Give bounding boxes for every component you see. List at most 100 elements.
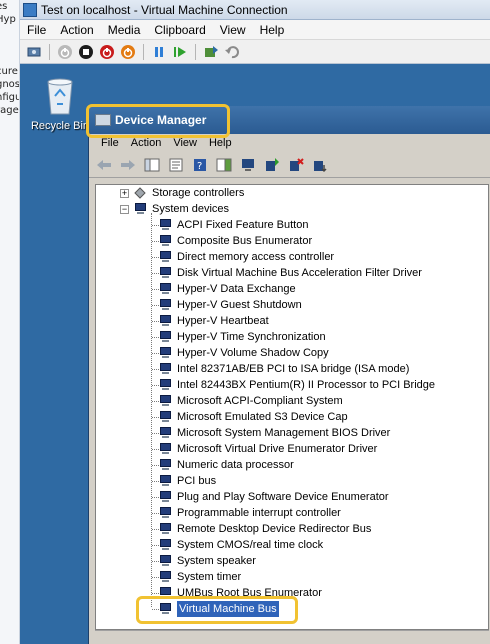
device-label: Intel 82371AB/EB PCI to ISA bridge (ISA … — [177, 363, 410, 375]
back-icon[interactable] — [95, 156, 113, 174]
device-icon — [152, 251, 173, 263]
vm-menu-action[interactable]: Action — [53, 23, 100, 37]
device-item[interactable]: Programmable interrupt controller — [152, 505, 341, 521]
horizontal-scrollbar[interactable] — [95, 630, 489, 644]
toolbar-separator — [143, 43, 144, 60]
device-icon — [152, 427, 173, 439]
device-item[interactable]: Hyper-V Heartbeat — [152, 313, 269, 329]
device-item[interactable]: Microsoft Virtual Drive Enumerator Drive… — [152, 441, 377, 457]
device-item[interactable]: Hyper-V Volume Shadow Copy — [152, 345, 329, 361]
turn-off-icon[interactable] — [78, 44, 94, 60]
device-item[interactable]: Intel 82443BX Pentium(R) II Processor to… — [152, 377, 436, 393]
device-label: Hyper-V Data Exchange — [177, 283, 296, 295]
device-icon — [152, 475, 173, 487]
uninstall-icon[interactable] — [287, 156, 305, 174]
device-label: Intel 82443BX Pentium(R) II Processor to… — [177, 379, 436, 391]
vm-menu-file[interactable]: File — [20, 23, 53, 37]
save-icon[interactable] — [120, 44, 136, 60]
device-icon — [152, 555, 173, 567]
storage-controller-icon — [133, 187, 148, 199]
ctrl-alt-del-icon[interactable] — [26, 44, 42, 60]
dm-toolbar: ? — [89, 152, 490, 178]
host-window-sliver: es Hyp cure gnos nfigu rage — [0, 0, 20, 644]
device-icon — [152, 411, 173, 423]
device-item[interactable]: Microsoft System Management BIOS Driver — [152, 425, 391, 441]
device-label: System CMOS/real time clock — [177, 539, 324, 551]
device-label: Microsoft System Management BIOS Driver — [177, 427, 391, 439]
toolbar-separator — [49, 43, 50, 60]
pause-icon[interactable] — [151, 44, 167, 60]
device-icon — [152, 539, 173, 551]
device-item[interactable]: Hyper-V Data Exchange — [152, 281, 296, 297]
action-pane-icon[interactable] — [215, 156, 233, 174]
vm-window-title: Test on localhost - Virtual Machine Conn… — [41, 2, 288, 17]
host-text: rage — [0, 105, 19, 116]
dm-menu-action[interactable]: Action — [127, 137, 170, 149]
vm-menu-clipboard[interactable]: Clipboard — [147, 23, 212, 37]
vm-titlebar[interactable]: Test on localhost - Virtual Machine Conn… — [20, 0, 490, 20]
device-icon — [152, 299, 173, 311]
device-icon — [152, 347, 173, 359]
device-item[interactable]: Numeric data processor — [152, 457, 294, 473]
device-label: Microsoft ACPI-Compliant System — [177, 395, 343, 407]
show-hide-tree-icon[interactable] — [143, 156, 161, 174]
help-icon[interactable]: ? — [191, 156, 209, 174]
snapshot-icon[interactable] — [203, 44, 219, 60]
collapse-icon[interactable]: − — [120, 204, 129, 214]
device-label: Programmable interrupt controller — [177, 507, 341, 519]
vm-app-icon — [23, 2, 37, 17]
device-icon — [152, 443, 173, 455]
vm-desktop: Recycle Bin Device Manager File Action V… — [20, 64, 490, 644]
device-tree[interactable]: + Storage controllers − System devices A… — [95, 184, 489, 630]
vm-menu-media[interactable]: Media — [101, 23, 148, 37]
shut-down-icon[interactable] — [99, 44, 115, 60]
device-item[interactable]: System speaker — [152, 553, 256, 569]
scan-hardware-icon[interactable] — [239, 156, 257, 174]
dm-menu-help[interactable]: Help — [205, 137, 240, 149]
device-item[interactable]: Intel 82371AB/EB PCI to ISA bridge (ISA … — [152, 361, 410, 377]
vm-menu-view[interactable]: View — [213, 23, 253, 37]
device-item[interactable]: Hyper-V Time Synchronization — [152, 329, 326, 345]
device-item[interactable]: ACPI Fixed Feature Button — [152, 217, 308, 233]
device-item[interactable]: Disk Virtual Machine Bus Acceleration Fi… — [152, 265, 422, 281]
tree-node-label: Storage controllers — [152, 187, 245, 199]
device-item[interactable]: Plug and Play Software Device Enumerator — [152, 489, 389, 505]
device-item[interactable]: Direct memory access controller — [152, 249, 334, 265]
device-item[interactable]: PCI bus — [152, 473, 217, 489]
start-icon[interactable] — [57, 44, 73, 60]
device-item[interactable]: Composite Bus Enumerator — [152, 233, 312, 249]
device-item[interactable]: System timer — [152, 569, 241, 585]
properties-icon[interactable] — [167, 156, 185, 174]
device-item[interactable]: Microsoft ACPI-Compliant System — [152, 393, 343, 409]
device-label: PCI bus — [177, 475, 217, 487]
forward-icon[interactable] — [119, 156, 137, 174]
toolbar-separator — [195, 43, 196, 60]
host-text — [0, 26, 19, 39]
device-item[interactable]: Microsoft Emulated S3 Device Cap — [152, 409, 348, 425]
device-icon — [152, 395, 173, 407]
device-icon — [152, 331, 173, 343]
device-item[interactable]: System CMOS/real time clock — [152, 537, 324, 553]
recycle-bin[interactable]: Recycle Bin — [28, 76, 92, 132]
expand-icon[interactable]: + — [120, 188, 129, 198]
revert-icon[interactable] — [224, 44, 240, 60]
recycle-bin-label: Recycle Bin — [30, 120, 90, 132]
dm-menu-file[interactable]: File — [97, 137, 127, 149]
vm-menu-help[interactable]: Help — [253, 23, 292, 37]
dm-menu-view[interactable]: View — [169, 137, 205, 149]
device-label: Hyper-V Time Synchronization — [177, 331, 326, 343]
disable-device-icon[interactable] — [311, 156, 329, 174]
host-text: nfigu — [0, 92, 20, 103]
reset-icon[interactable] — [172, 44, 188, 60]
device-item[interactable]: Hyper-V Guest Shutdown — [152, 297, 302, 313]
host-text: cure — [0, 66, 18, 77]
tree-node-storage-controllers[interactable]: + Storage controllers — [120, 185, 244, 201]
update-driver-icon[interactable] — [263, 156, 281, 174]
device-label: Numeric data processor — [177, 459, 294, 471]
tree-node-system-devices[interactable]: − System devices — [120, 201, 229, 217]
device-icon — [152, 379, 173, 391]
system-devices-icon — [133, 203, 148, 215]
device-icon — [152, 267, 173, 279]
device-item[interactable]: Remote Desktop Device Redirector Bus — [152, 521, 371, 537]
device-label: Hyper-V Volume Shadow Copy — [177, 347, 329, 359]
